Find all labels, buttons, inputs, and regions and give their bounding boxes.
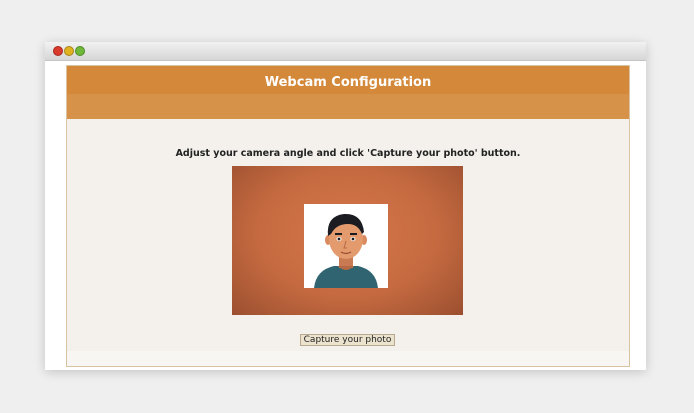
header-sub-bar xyxy=(67,94,629,119)
webcam-config-panel: Webcam Configuration Adjust your camera … xyxy=(66,65,630,367)
panel-footer xyxy=(67,351,629,366)
capture-photo-button[interactable]: Capture your photo xyxy=(300,334,395,346)
window-titlebar xyxy=(45,42,646,61)
camera-preview xyxy=(232,166,463,315)
minimize-window-icon[interactable] xyxy=(64,46,74,56)
browser-window: Webcam Configuration Adjust your camera … xyxy=(45,42,646,370)
person-avatar-icon xyxy=(304,204,388,288)
instruction-text: Adjust your camera angle and click 'Capt… xyxy=(175,148,521,159)
close-window-icon[interactable] xyxy=(53,46,63,56)
maximize-window-icon[interactable] xyxy=(75,46,85,56)
page-title: Webcam Configuration xyxy=(67,66,629,94)
